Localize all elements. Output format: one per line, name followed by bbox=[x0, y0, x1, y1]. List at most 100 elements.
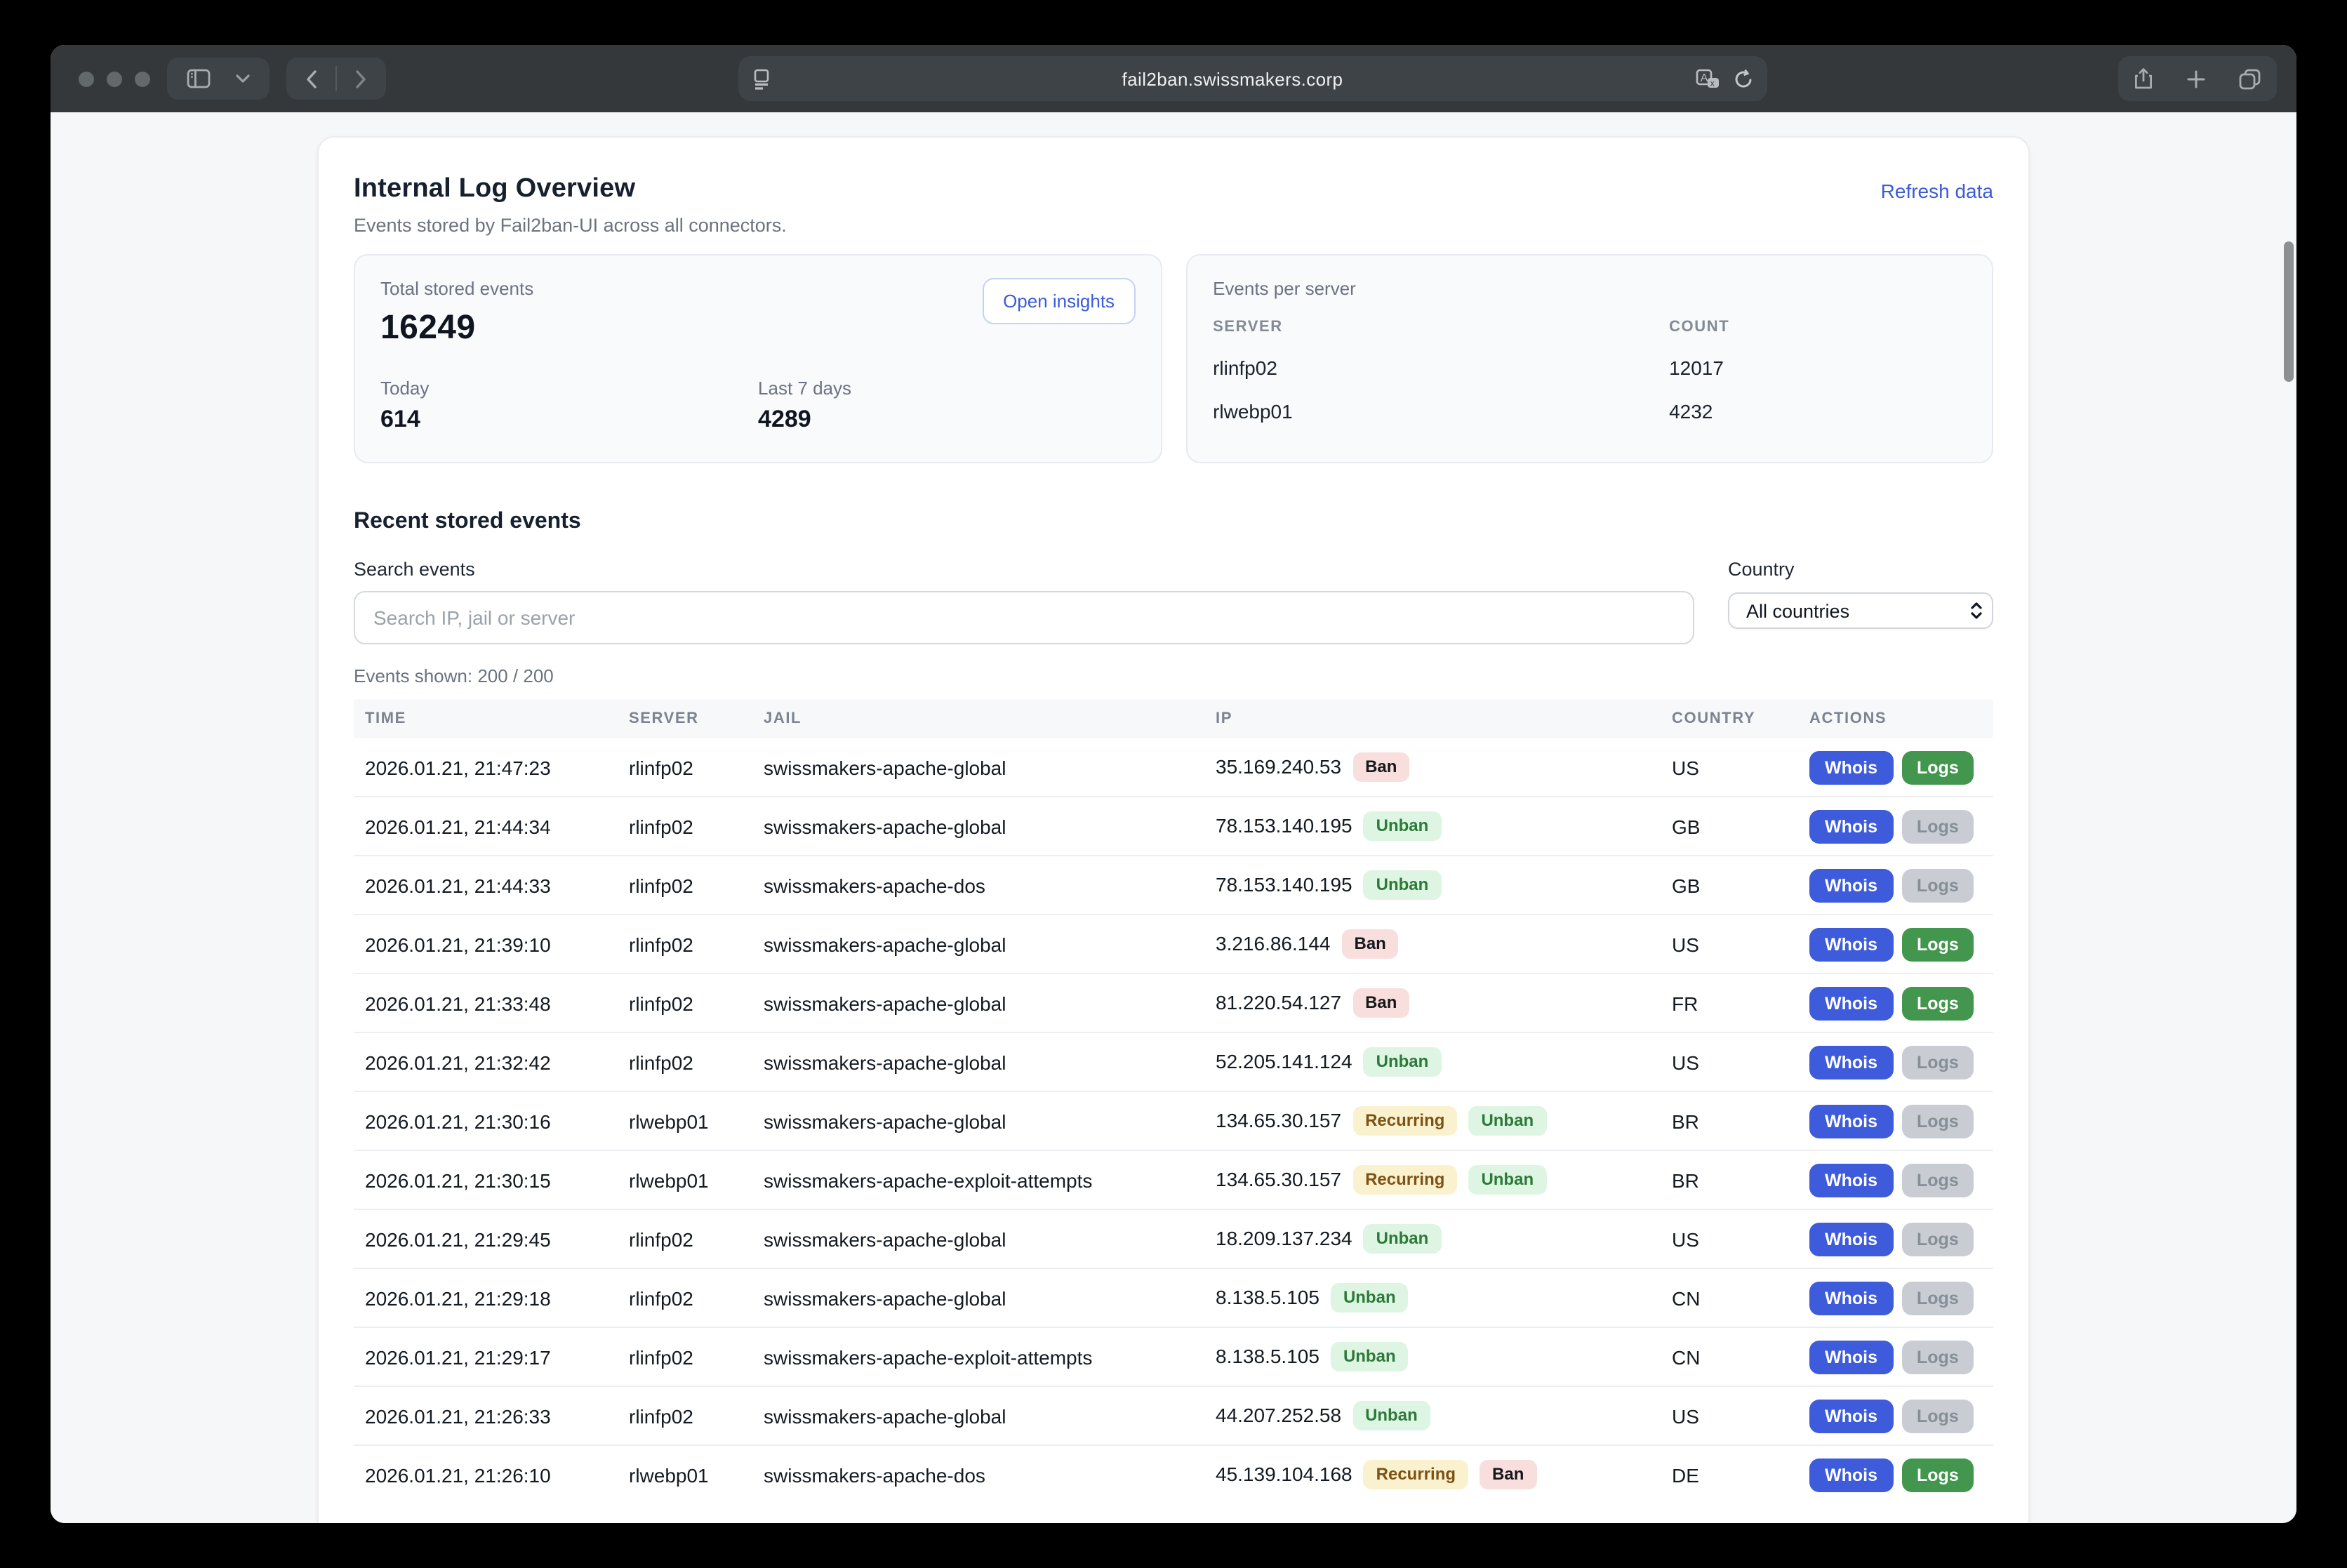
whois-button[interactable]: Whois bbox=[1809, 809, 1893, 843]
forward-button[interactable] bbox=[348, 69, 373, 88]
jail-cell: swissmakers-apache-global bbox=[752, 992, 1204, 1014]
whois-button[interactable]: Whois bbox=[1809, 1458, 1893, 1491]
share-button[interactable] bbox=[2127, 67, 2160, 90]
back-button[interactable] bbox=[299, 69, 324, 88]
time-cell: 2026.01.21, 21:30:16 bbox=[354, 1110, 618, 1132]
whois-button[interactable]: Whois bbox=[1809, 868, 1893, 902]
logs-button[interactable]: Logs bbox=[1901, 1458, 1974, 1491]
logs-button[interactable]: Logs bbox=[1901, 1281, 1974, 1315]
events-shown-text: Events shown: 200 / 200 bbox=[354, 665, 1993, 686]
whois-button[interactable]: Whois bbox=[1809, 1104, 1893, 1138]
whois-button[interactable]: Whois bbox=[1809, 1399, 1893, 1433]
new-tab-icon bbox=[2187, 69, 2205, 88]
events-table: TIME SERVER JAIL IP COUNTRY ACTIONS 2026… bbox=[354, 699, 1993, 1503]
event-row: 2026.01.21, 21:30:15 rlwebp01 swissmaker… bbox=[354, 1150, 1993, 1209]
whois-button[interactable]: Whois bbox=[1809, 1340, 1893, 1374]
time-cell: 2026.01.21, 21:47:23 bbox=[354, 756, 618, 778]
minimize-window-icon[interactable] bbox=[107, 71, 122, 86]
whois-button[interactable]: Whois bbox=[1809, 986, 1893, 1020]
badge-group: RecurringUnban bbox=[1352, 1107, 1546, 1136]
badge-group: Unban bbox=[1364, 1048, 1442, 1077]
close-window-icon[interactable] bbox=[79, 71, 94, 86]
sidebar-menu-button[interactable] bbox=[229, 74, 257, 83]
new-tab-button[interactable] bbox=[2180, 69, 2212, 88]
server-cell: rlinfp02 bbox=[618, 815, 752, 837]
server-cell: rlinfp02 bbox=[618, 992, 752, 1014]
nav-divider bbox=[335, 66, 337, 91]
address-bar-area: fail2ban.swissmakers.corp A x bbox=[403, 56, 2101, 101]
jail-cell: swissmakers-apache-global bbox=[752, 1051, 1204, 1073]
logs-button[interactable]: Logs bbox=[1901, 1104, 1974, 1138]
tab-overview-button[interactable] bbox=[2232, 68, 2268, 89]
recurring-badge: Recurring bbox=[1352, 1107, 1457, 1136]
logs-button[interactable]: Logs bbox=[1901, 927, 1974, 961]
per-server-name: rlinfp02 bbox=[1213, 357, 1669, 379]
country-label: Country bbox=[1728, 559, 1993, 580]
logs-button[interactable]: Logs bbox=[1901, 1399, 1974, 1433]
badge-group: Ban bbox=[1352, 989, 1409, 1018]
ip-cell: 3.216.86.144 Ban bbox=[1204, 930, 1661, 959]
server-cell: rlinfp02 bbox=[618, 1051, 752, 1073]
refresh-data-link[interactable]: Refresh data bbox=[1881, 180, 1993, 202]
logs-button[interactable]: Logs bbox=[1901, 1045, 1974, 1079]
ip-text: 45.139.104.168 bbox=[1216, 1463, 1352, 1486]
url-text: fail2ban.swissmakers.corp bbox=[770, 68, 1695, 89]
per-server-count: 12017 bbox=[1669, 357, 1967, 379]
actions-cell: Whois Logs bbox=[1798, 1222, 1996, 1256]
ip-cell: 134.65.30.157 RecurringUnban bbox=[1204, 1166, 1661, 1195]
window-controls[interactable] bbox=[79, 71, 150, 86]
whois-button[interactable]: Whois bbox=[1809, 750, 1893, 784]
logs-button[interactable]: Logs bbox=[1901, 1340, 1974, 1374]
logs-button[interactable]: Logs bbox=[1901, 750, 1974, 784]
ip-text: 134.65.30.157 bbox=[1216, 1169, 1341, 1191]
country-cell: US bbox=[1661, 1051, 1798, 1073]
logs-button[interactable]: Logs bbox=[1901, 868, 1974, 902]
event-row: 2026.01.21, 21:29:17 rlinfp02 swissmaker… bbox=[354, 1327, 1993, 1386]
events-table-header: TIME SERVER JAIL IP COUNTRY ACTIONS bbox=[354, 699, 1993, 738]
reload-icon[interactable] bbox=[1733, 68, 1753, 89]
badge-group: RecurringUnban bbox=[1352, 1166, 1546, 1195]
page-format-icon[interactable] bbox=[752, 68, 770, 89]
ban-badge: Ban bbox=[1342, 930, 1399, 959]
whois-button[interactable]: Whois bbox=[1809, 1045, 1893, 1079]
ip-text: 8.138.5.105 bbox=[1216, 1346, 1319, 1368]
actions-cell: Whois Logs bbox=[1798, 1104, 1996, 1138]
search-input[interactable] bbox=[354, 591, 1694, 644]
whois-button[interactable]: Whois bbox=[1809, 927, 1893, 961]
actions-cell: Whois Logs bbox=[1798, 1458, 1996, 1491]
time-cell: 2026.01.21, 21:26:10 bbox=[354, 1463, 618, 1486]
badge-group: RecurringBan bbox=[1364, 1461, 1537, 1489]
country-cell: US bbox=[1661, 1228, 1798, 1250]
event-row: 2026.01.21, 21:47:23 rlinfp02 swissmaker… bbox=[354, 738, 1993, 796]
badge-group: Unban bbox=[1331, 1284, 1409, 1313]
country-cell: BR bbox=[1661, 1110, 1798, 1132]
logs-button[interactable]: Logs bbox=[1901, 809, 1974, 843]
country-select[interactable]: All countries bbox=[1728, 592, 1993, 629]
open-insights-button[interactable]: Open insights bbox=[982, 278, 1136, 324]
per-server-col-server: SERVER bbox=[1213, 319, 1669, 335]
logs-button[interactable]: Logs bbox=[1901, 1163, 1974, 1197]
address-bar[interactable]: fail2ban.swissmakers.corp A x bbox=[738, 56, 1767, 101]
jail-cell: swissmakers-apache-global bbox=[752, 1110, 1204, 1132]
country-cell: BR bbox=[1661, 1169, 1798, 1191]
event-row: 2026.01.21, 21:44:33 rlinfp02 swissmaker… bbox=[354, 855, 1993, 914]
whois-button[interactable]: Whois bbox=[1809, 1222, 1893, 1256]
unban-badge: Unban bbox=[1468, 1166, 1546, 1195]
zoom-window-icon[interactable] bbox=[135, 71, 150, 86]
recent-events-heading: Recent stored events bbox=[354, 510, 1993, 535]
scrollbar-thumb[interactable] bbox=[2284, 241, 2294, 382]
total-events-value: 16249 bbox=[380, 309, 533, 348]
badge-group: Unban bbox=[1364, 1225, 1442, 1254]
ip-text: 78.153.140.195 bbox=[1216, 874, 1352, 896]
events-table-body: 2026.01.21, 21:47:23 rlinfp02 swissmaker… bbox=[354, 738, 1993, 1503]
logs-button[interactable]: Logs bbox=[1901, 986, 1974, 1020]
logs-button[interactable]: Logs bbox=[1901, 1222, 1974, 1256]
ip-cell: 18.209.137.234 Unban bbox=[1204, 1225, 1661, 1254]
whois-button[interactable]: Whois bbox=[1809, 1163, 1893, 1197]
whois-button[interactable]: Whois bbox=[1809, 1281, 1893, 1315]
translate-icon[interactable]: A x bbox=[1695, 68, 1719, 89]
sidebar-toggle-button[interactable] bbox=[180, 69, 218, 88]
actions-cell: Whois Logs bbox=[1798, 1340, 1996, 1374]
actions-cell: Whois Logs bbox=[1798, 1163, 1996, 1197]
server-cell: rlinfp02 bbox=[618, 933, 752, 955]
